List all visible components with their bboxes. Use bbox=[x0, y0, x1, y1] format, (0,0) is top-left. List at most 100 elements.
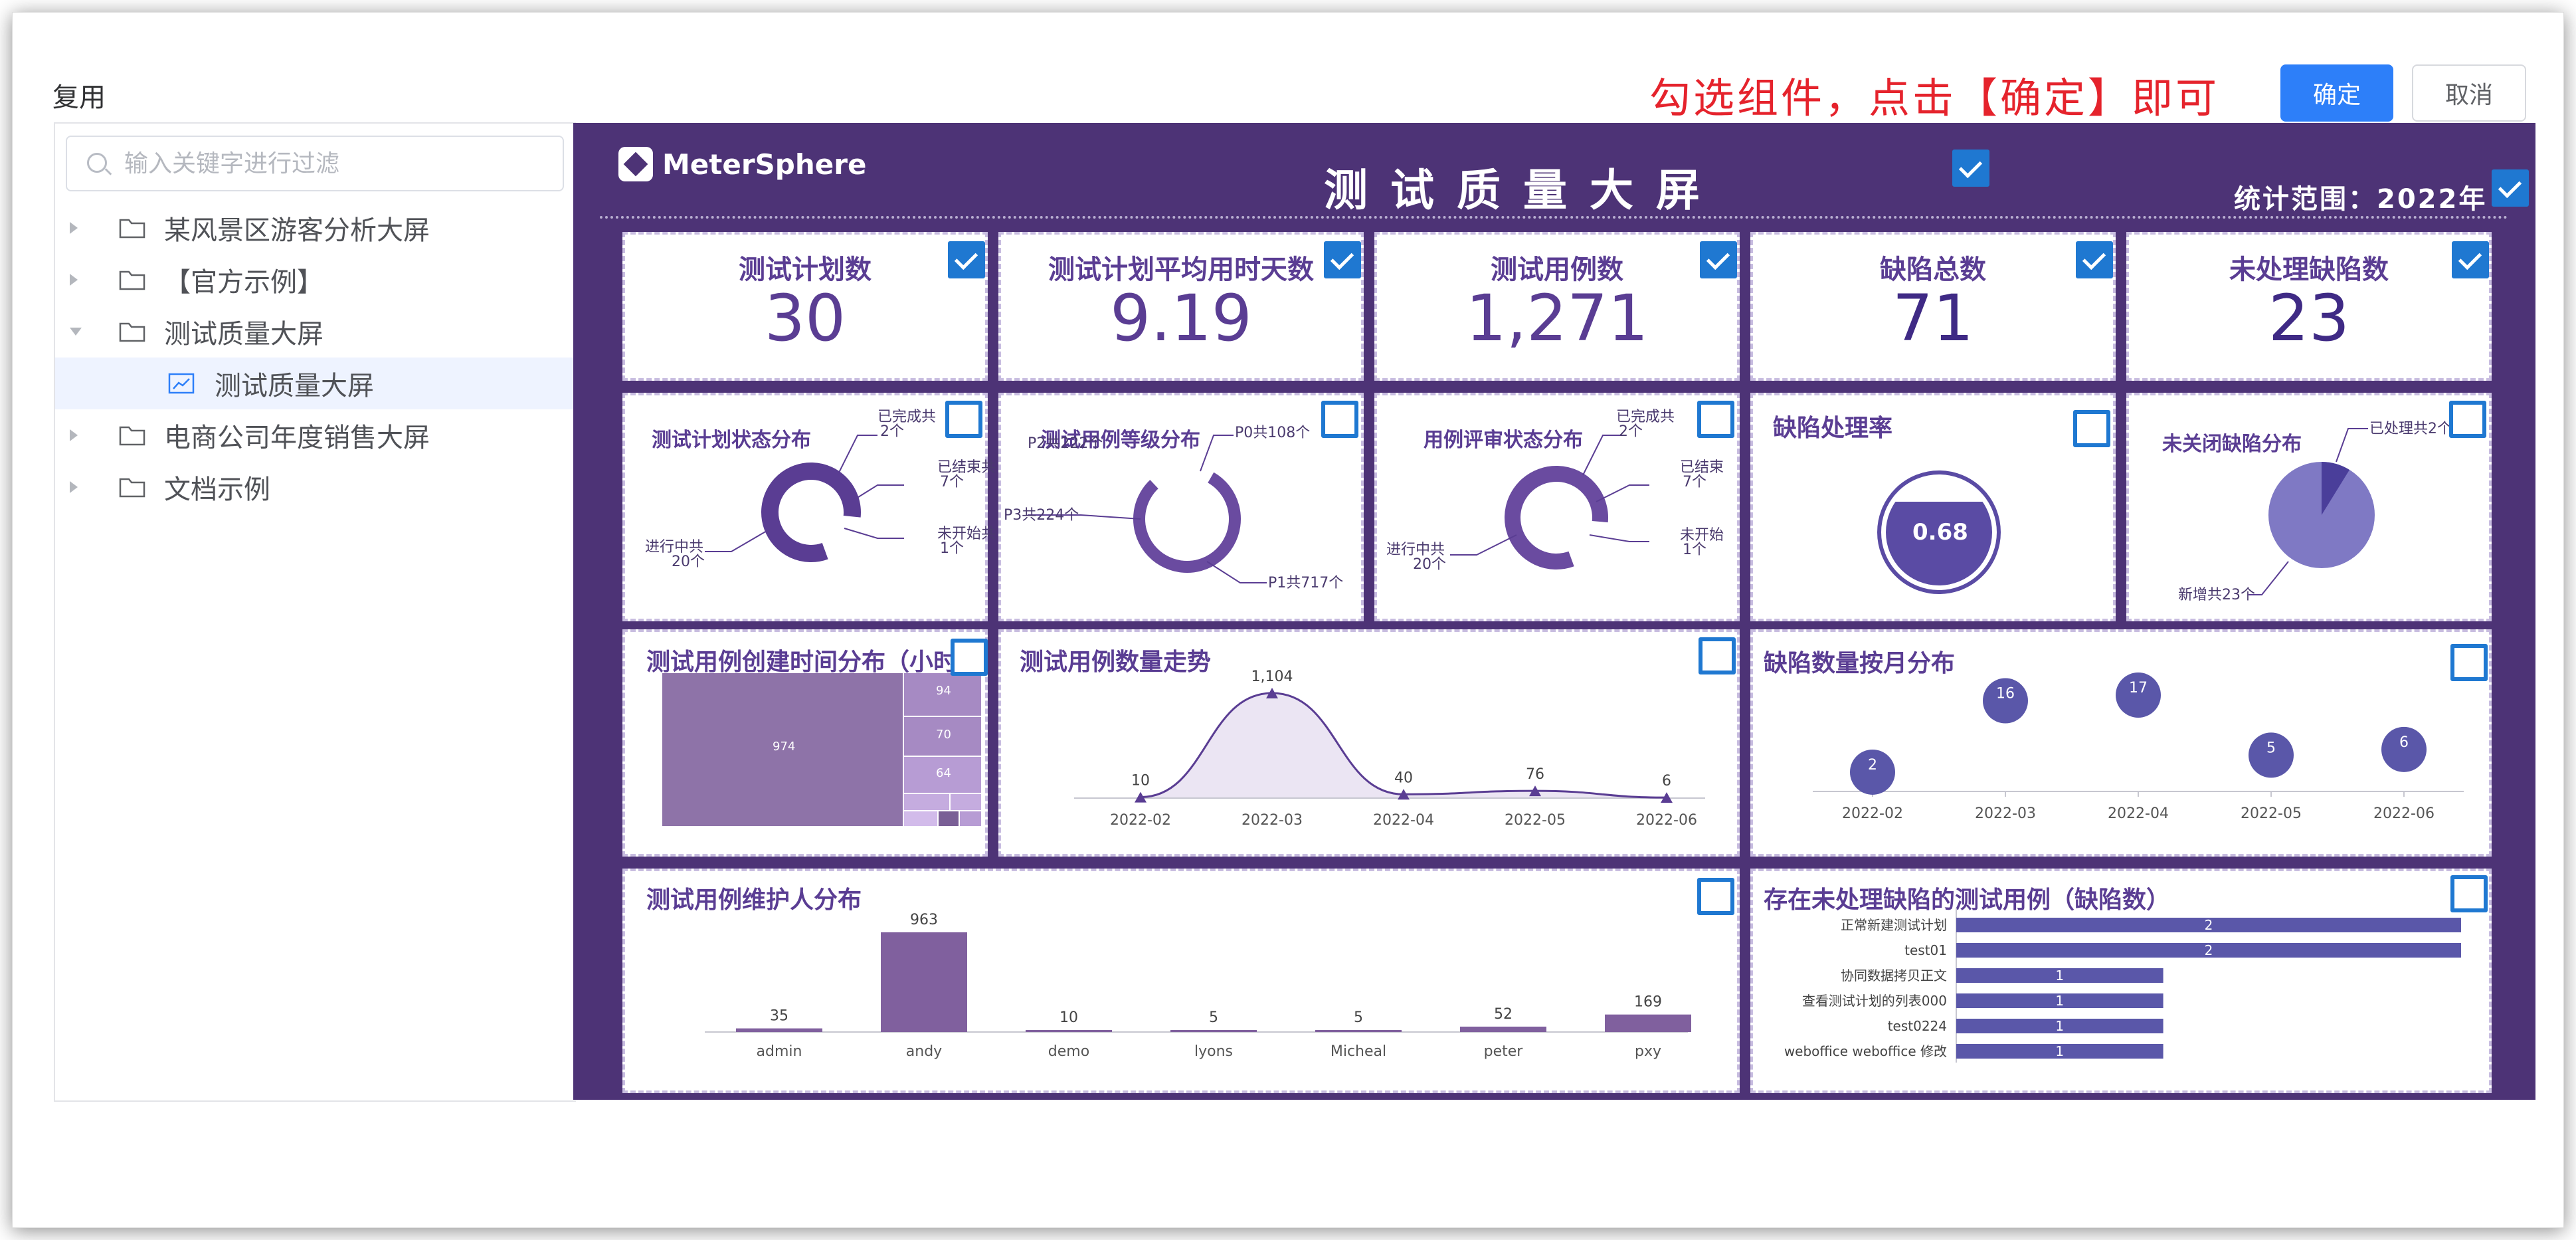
card-checkbox[interactable] bbox=[1700, 241, 1737, 278]
caret-right-icon[interactable] bbox=[70, 429, 78, 441]
kpi-card-avg-days: 测试计划平均用时天数 9.19 bbox=[998, 232, 1364, 381]
card-checkbox[interactable] bbox=[2449, 401, 2486, 438]
x-tick-label: 2022-04 bbox=[1373, 812, 1434, 829]
cancel-button[interactable]: 取消 bbox=[2412, 64, 2526, 122]
card-checkbox[interactable] bbox=[2450, 644, 2488, 681]
y-tick-label: test01 bbox=[1904, 942, 1947, 958]
card-checkbox[interactable] bbox=[2452, 241, 2489, 278]
x-tick-label: peter bbox=[1484, 1043, 1524, 1060]
dashboard-preview: MeterSphere 测试质量大屏 统计范围：2022年 测试计划数 30 测… bbox=[573, 123, 2535, 1100]
bar-value-label: 52 bbox=[1494, 1006, 1513, 1023]
card-checkbox[interactable] bbox=[1321, 401, 1358, 438]
tree-item-label: 【官方示例】 bbox=[164, 267, 323, 298]
title-checkbox[interactable] bbox=[1952, 150, 1989, 187]
pie-label: 新增共23个 bbox=[2178, 587, 2255, 603]
hbar-value-label: 1 bbox=[2055, 968, 2064, 983]
hbar-value-label: 1 bbox=[2055, 993, 2064, 1009]
card-checkbox[interactable] bbox=[2450, 875, 2488, 912]
donut-label: 进行中共 bbox=[645, 539, 704, 556]
caret-down-icon[interactable] bbox=[70, 328, 82, 336]
treemap-cell bbox=[904, 794, 949, 810]
hbar-value-label: 2 bbox=[2205, 917, 2213, 933]
case-trend-card: 测试用例数量走势 10 2022-02 1,104 2022-03 40 2022-04 7… bbox=[998, 629, 1740, 857]
filter-search-box[interactable] bbox=[66, 136, 564, 191]
treemap-cell bbox=[904, 811, 937, 826]
trend-value-label: 76 bbox=[1526, 766, 1544, 783]
y-tick-label: 协同数据拷贝正文 bbox=[1841, 968, 1947, 983]
card-checkbox[interactable] bbox=[948, 241, 985, 278]
card-checkbox[interactable] bbox=[951, 639, 988, 676]
y-tick-label: test0224 bbox=[1888, 1018, 1947, 1034]
folder-icon bbox=[119, 426, 145, 446]
scope-checkbox[interactable] bbox=[2492, 169, 2529, 207]
logo-text: MeterSphere bbox=[662, 148, 867, 181]
tree-item-folder[interactable]: 文档示例 bbox=[55, 461, 577, 513]
maintainer-bar-chart: 35 admin 963 andy 10 demo 5 lyons 5 Micheal 52 pete… bbox=[705, 912, 1691, 1060]
donut-label: 已结束 bbox=[1680, 459, 1724, 476]
defect-rate-card: 缺陷处理率 0.68 bbox=[1750, 393, 2116, 621]
maintainer-bar-card: 测试用例维护人分布 35 admin 963 andy 10 demo 5 lyons 5 Mic… bbox=[622, 869, 1740, 1093]
confirm-button[interactable]: 确定 bbox=[2280, 64, 2393, 122]
caret-right-icon[interactable] bbox=[70, 274, 78, 286]
bar-value-label: 10 bbox=[1059, 1009, 1078, 1026]
donut-label: 20个 bbox=[672, 554, 705, 570]
card-checkbox[interactable] bbox=[1699, 637, 1736, 674]
treemap-label: 974 bbox=[773, 740, 796, 754]
title-divider bbox=[600, 216, 2509, 219]
donut-label: 2个 bbox=[1619, 423, 1643, 440]
treemap-chart bbox=[662, 673, 981, 826]
bar bbox=[1605, 1014, 1691, 1032]
card-checkbox[interactable] bbox=[1324, 241, 1361, 278]
folder-icon bbox=[119, 219, 145, 239]
filter-input[interactable] bbox=[124, 146, 549, 181]
donut-ring bbox=[1505, 466, 1608, 569]
bubble-value: 5 bbox=[2266, 740, 2276, 756]
bar-value-label: 963 bbox=[910, 912, 938, 928]
x-tick-label: 2022-02 bbox=[1842, 805, 1903, 822]
donut-ring bbox=[761, 463, 861, 562]
donut-label: 进行中共 bbox=[1386, 542, 1445, 558]
caret-right-icon[interactable] bbox=[70, 481, 78, 493]
kpi-card-plans: 测试计划数 30 bbox=[622, 232, 988, 381]
tree-item-label: 文档示例 bbox=[164, 474, 270, 505]
card-checkbox[interactable] bbox=[2073, 410, 2110, 447]
search-icon bbox=[87, 153, 107, 173]
kpi-value: 9.19 bbox=[1110, 281, 1252, 356]
kpi-value: 30 bbox=[764, 281, 846, 356]
donut-label: 未开始 bbox=[1680, 527, 1724, 544]
bar-value-label: 169 bbox=[1634, 994, 1662, 1011]
y-tick-label: weboffice weboffice 修改 bbox=[1784, 1043, 1947, 1059]
y-tick-label: 正常新建测试计划 bbox=[1841, 917, 1947, 933]
screen-title: 测试质量大屏 bbox=[1324, 165, 1722, 216]
card-checkbox[interactable] bbox=[945, 401, 982, 438]
donut-chart bbox=[1450, 435, 1649, 569]
bar bbox=[736, 1028, 822, 1032]
tree-item-chart[interactable]: 测试质量大屏 bbox=[55, 358, 577, 409]
tree-item-folder[interactable]: 【官方示例】 bbox=[55, 254, 577, 306]
donut-label: 20个 bbox=[1413, 556, 1446, 573]
reuse-dialog: 复用 勾选组件，点击【确定】即可 确定 取消 某风景区游客分析大屏【官方示例】测… bbox=[12, 12, 2564, 1228]
open-defect-case-card: 存在未处理缺陷的测试用例（缺陷数） 2 正常新建测试计划 2 test01 1 协同数据拷… bbox=[1750, 869, 2492, 1093]
tree-item-folder[interactable]: 电商公司年度销售大屏 bbox=[55, 409, 577, 461]
case-level-donut-card: 测试用例等级分布 P0共108个 P1共717个 P3共224个 P2共222个 bbox=[998, 393, 1364, 621]
x-tick-label: demo bbox=[1048, 1043, 1089, 1060]
bar bbox=[1170, 1030, 1257, 1032]
x-tick-label: pxy bbox=[1635, 1043, 1661, 1060]
tree-item-folder[interactable]: 测试质量大屏 bbox=[55, 306, 577, 358]
donut-label: P0共108个 bbox=[1235, 425, 1311, 441]
trend-value-label: 1,104 bbox=[1251, 669, 1293, 685]
card-checkbox[interactable] bbox=[2076, 241, 2113, 278]
card-checkbox[interactable] bbox=[1697, 401, 1734, 438]
card-checkbox[interactable] bbox=[1697, 878, 1734, 915]
caret-right-icon[interactable] bbox=[70, 222, 78, 234]
defect-month-card: 缺陷数量按月分布 2 2022-02 16 2022-03 17 2022-04 5 2022… bbox=[1750, 629, 2492, 857]
x-tick-label: 2022-03 bbox=[1975, 805, 2036, 822]
x-tick-label: Micheal bbox=[1331, 1043, 1386, 1060]
x-tick-label: 2022-05 bbox=[2241, 805, 2302, 822]
kpi-card-defects: 缺陷总数 71 bbox=[1750, 232, 2116, 381]
donut-label: 2个 bbox=[880, 423, 904, 440]
x-tick-label: 2022-06 bbox=[2373, 805, 2435, 822]
tree-item-folder[interactable]: 某风景区游客分析大屏 bbox=[55, 202, 577, 254]
bar-value-label: 5 bbox=[1209, 1009, 1218, 1026]
kpi-value: 1,271 bbox=[1465, 281, 1649, 356]
